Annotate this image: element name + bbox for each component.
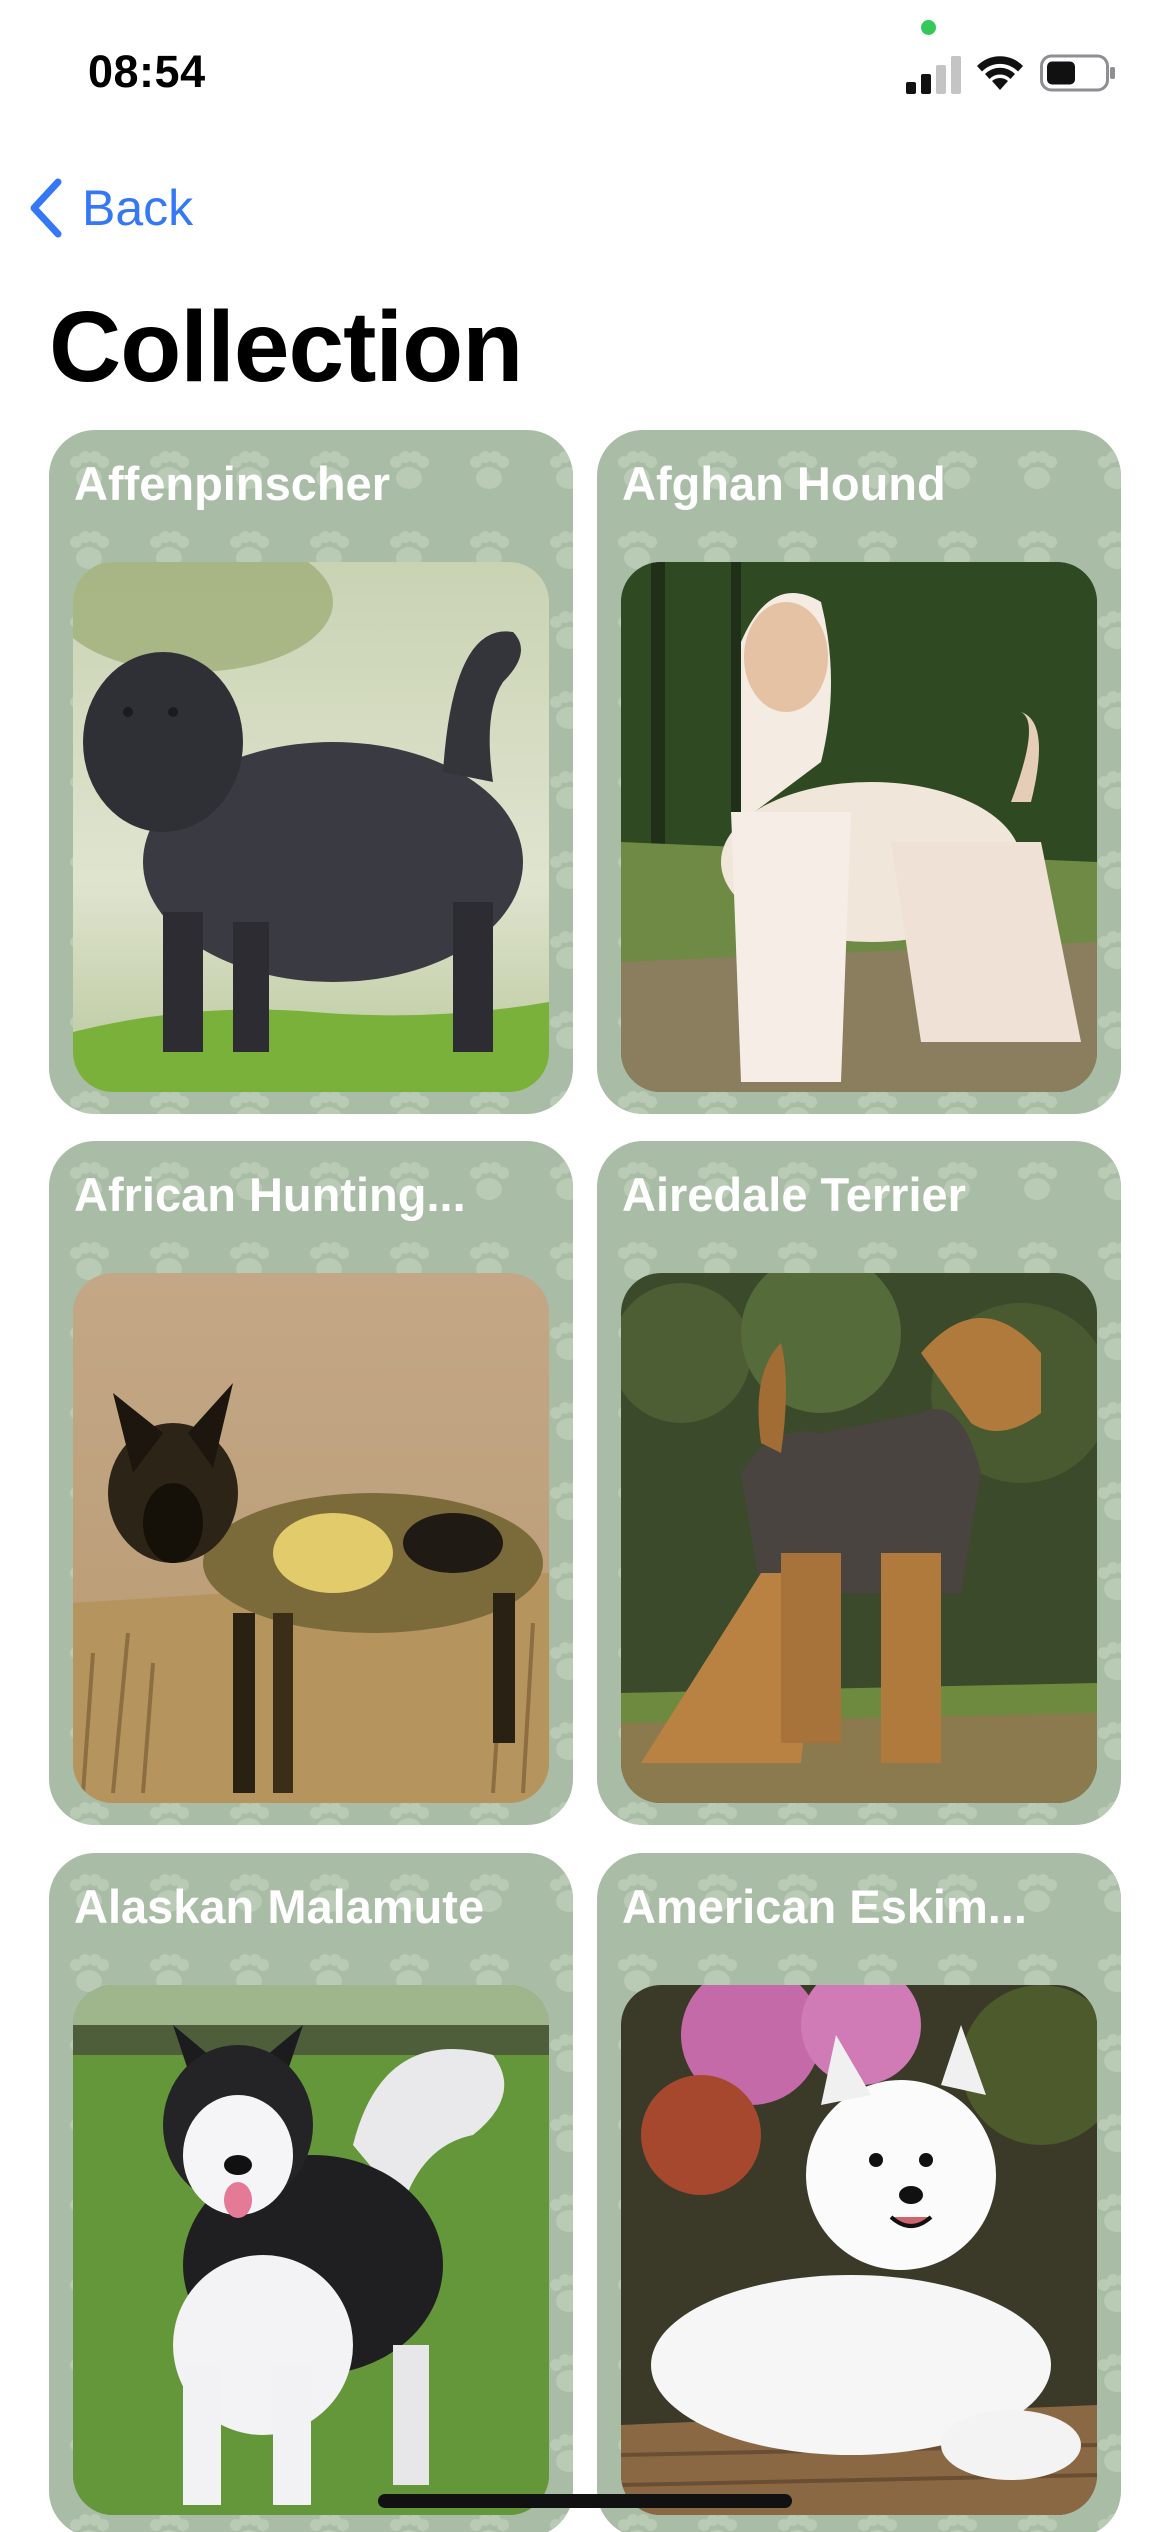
breed-photo	[621, 562, 1097, 1092]
breed-photo	[621, 1273, 1097, 1803]
breed-card-alaskan-malamute[interactable]: Alaskan Malamute	[49, 1853, 573, 2532]
breed-photo	[621, 1985, 1097, 2515]
breed-card-affenpinscher[interactable]: Affenpinscher	[49, 430, 573, 1114]
breed-card-title: Afghan Hound	[622, 457, 946, 510]
breed-card-african-hunting-dog[interactable]: African Hunting...	[49, 1141, 573, 1825]
breed-photo	[73, 1985, 549, 2515]
breed-card-afghan-hound[interactable]: Afghan Hound	[597, 430, 1121, 1114]
breed-photo	[73, 1273, 549, 1803]
screen: 08:54 Back Collection Affenpinscher Afgh…	[0, 0, 1170, 2532]
breed-card-american-eskimo-dog[interactable]: American Eskim...	[597, 1853, 1121, 2532]
breed-card-title: Affenpinscher	[74, 457, 390, 510]
breed-card-title: Alaskan Malamute	[74, 1880, 485, 1933]
home-indicator	[378, 2494, 792, 2508]
breed-card-title: Airedale Terrier	[622, 1168, 966, 1221]
breed-card-title: African Hunting...	[74, 1168, 466, 1221]
breed-card-airedale-terrier[interactable]: Airedale Terrier	[597, 1141, 1121, 1825]
breed-card-title: American Eskim...	[622, 1880, 1027, 1933]
breed-grid: Affenpinscher Afghan Hound African Hunti…	[0, 0, 1170, 2532]
breed-photo	[73, 562, 549, 1092]
